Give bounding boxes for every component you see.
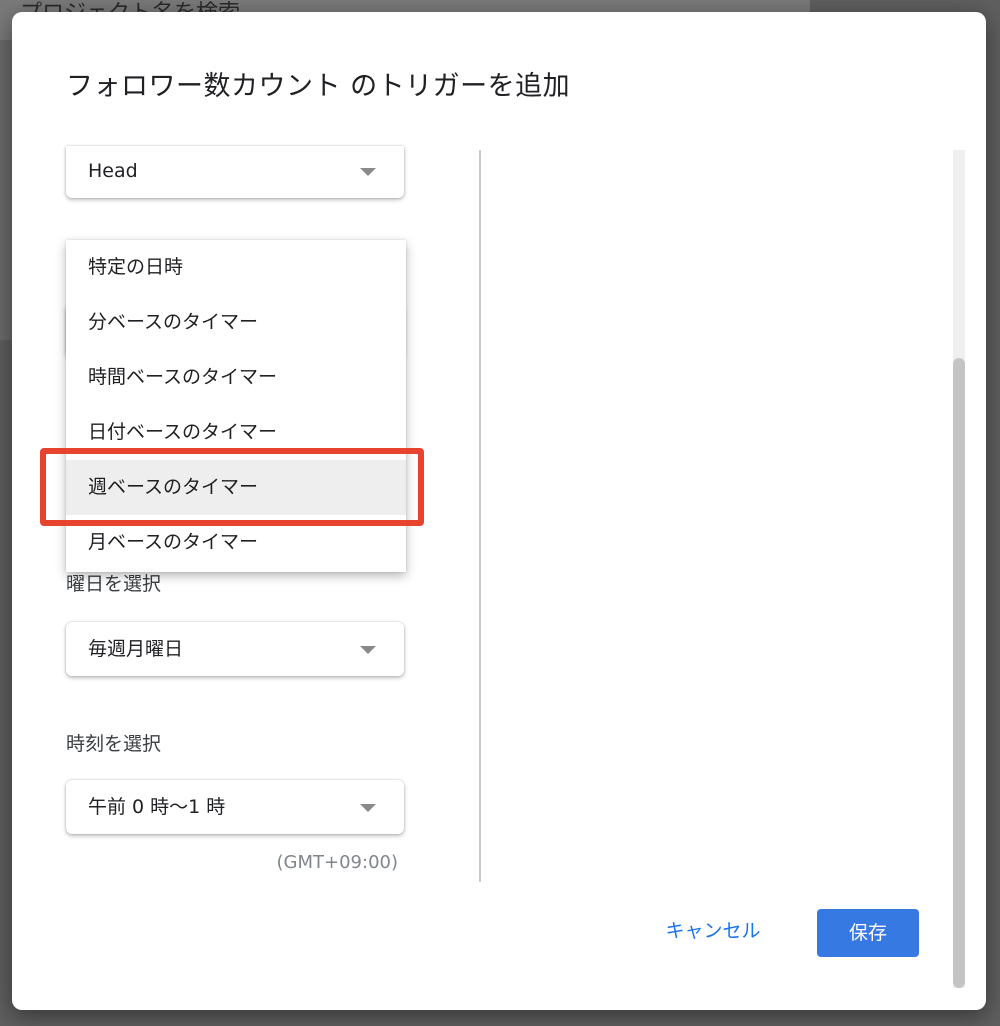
timezone-label: (GMT+09:00) <box>276 852 398 873</box>
background-page-edge <box>0 40 12 340</box>
dropdown-arrow-icon <box>360 646 376 654</box>
save-button[interactable]: 保存 <box>817 909 919 957</box>
dialog-title: フォロワー数カウント のトリガーを追加 <box>66 71 571 102</box>
dropdown-arrow-icon <box>360 804 376 812</box>
menu-item-minute-timer[interactable]: 分ベースのタイマー <box>66 295 406 350</box>
deployment-select-value: Head <box>88 160 138 182</box>
time-select[interactable]: 午前 0 時〜1 時 <box>66 780 404 834</box>
dropdown-arrow-icon <box>360 168 376 176</box>
time-select-value: 午前 0 時〜1 時 <box>88 796 226 818</box>
weekday-label: 曜日を選択 <box>66 573 162 595</box>
menu-item-specific-datetime[interactable]: 特定の日時 <box>66 240 406 295</box>
cancel-button[interactable]: キャンセル <box>648 909 778 953</box>
scrollbar-thumb[interactable] <box>953 358 965 988</box>
highlight-annotation-box <box>40 448 424 526</box>
column-divider <box>479 150 481 882</box>
weekday-select-value: 毎週月曜日 <box>88 638 184 660</box>
weekday-select[interactable]: 毎週月曜日 <box>66 622 404 676</box>
time-label: 時刻を選択 <box>66 733 162 755</box>
add-trigger-dialog: フォロワー数カウント のトリガーを追加 Head 曜日を選択 毎週月曜日 時刻を… <box>12 12 986 1010</box>
menu-item-hour-timer[interactable]: 時間ベースのタイマー <box>66 350 406 405</box>
deployment-select[interactable]: Head <box>66 146 404 198</box>
